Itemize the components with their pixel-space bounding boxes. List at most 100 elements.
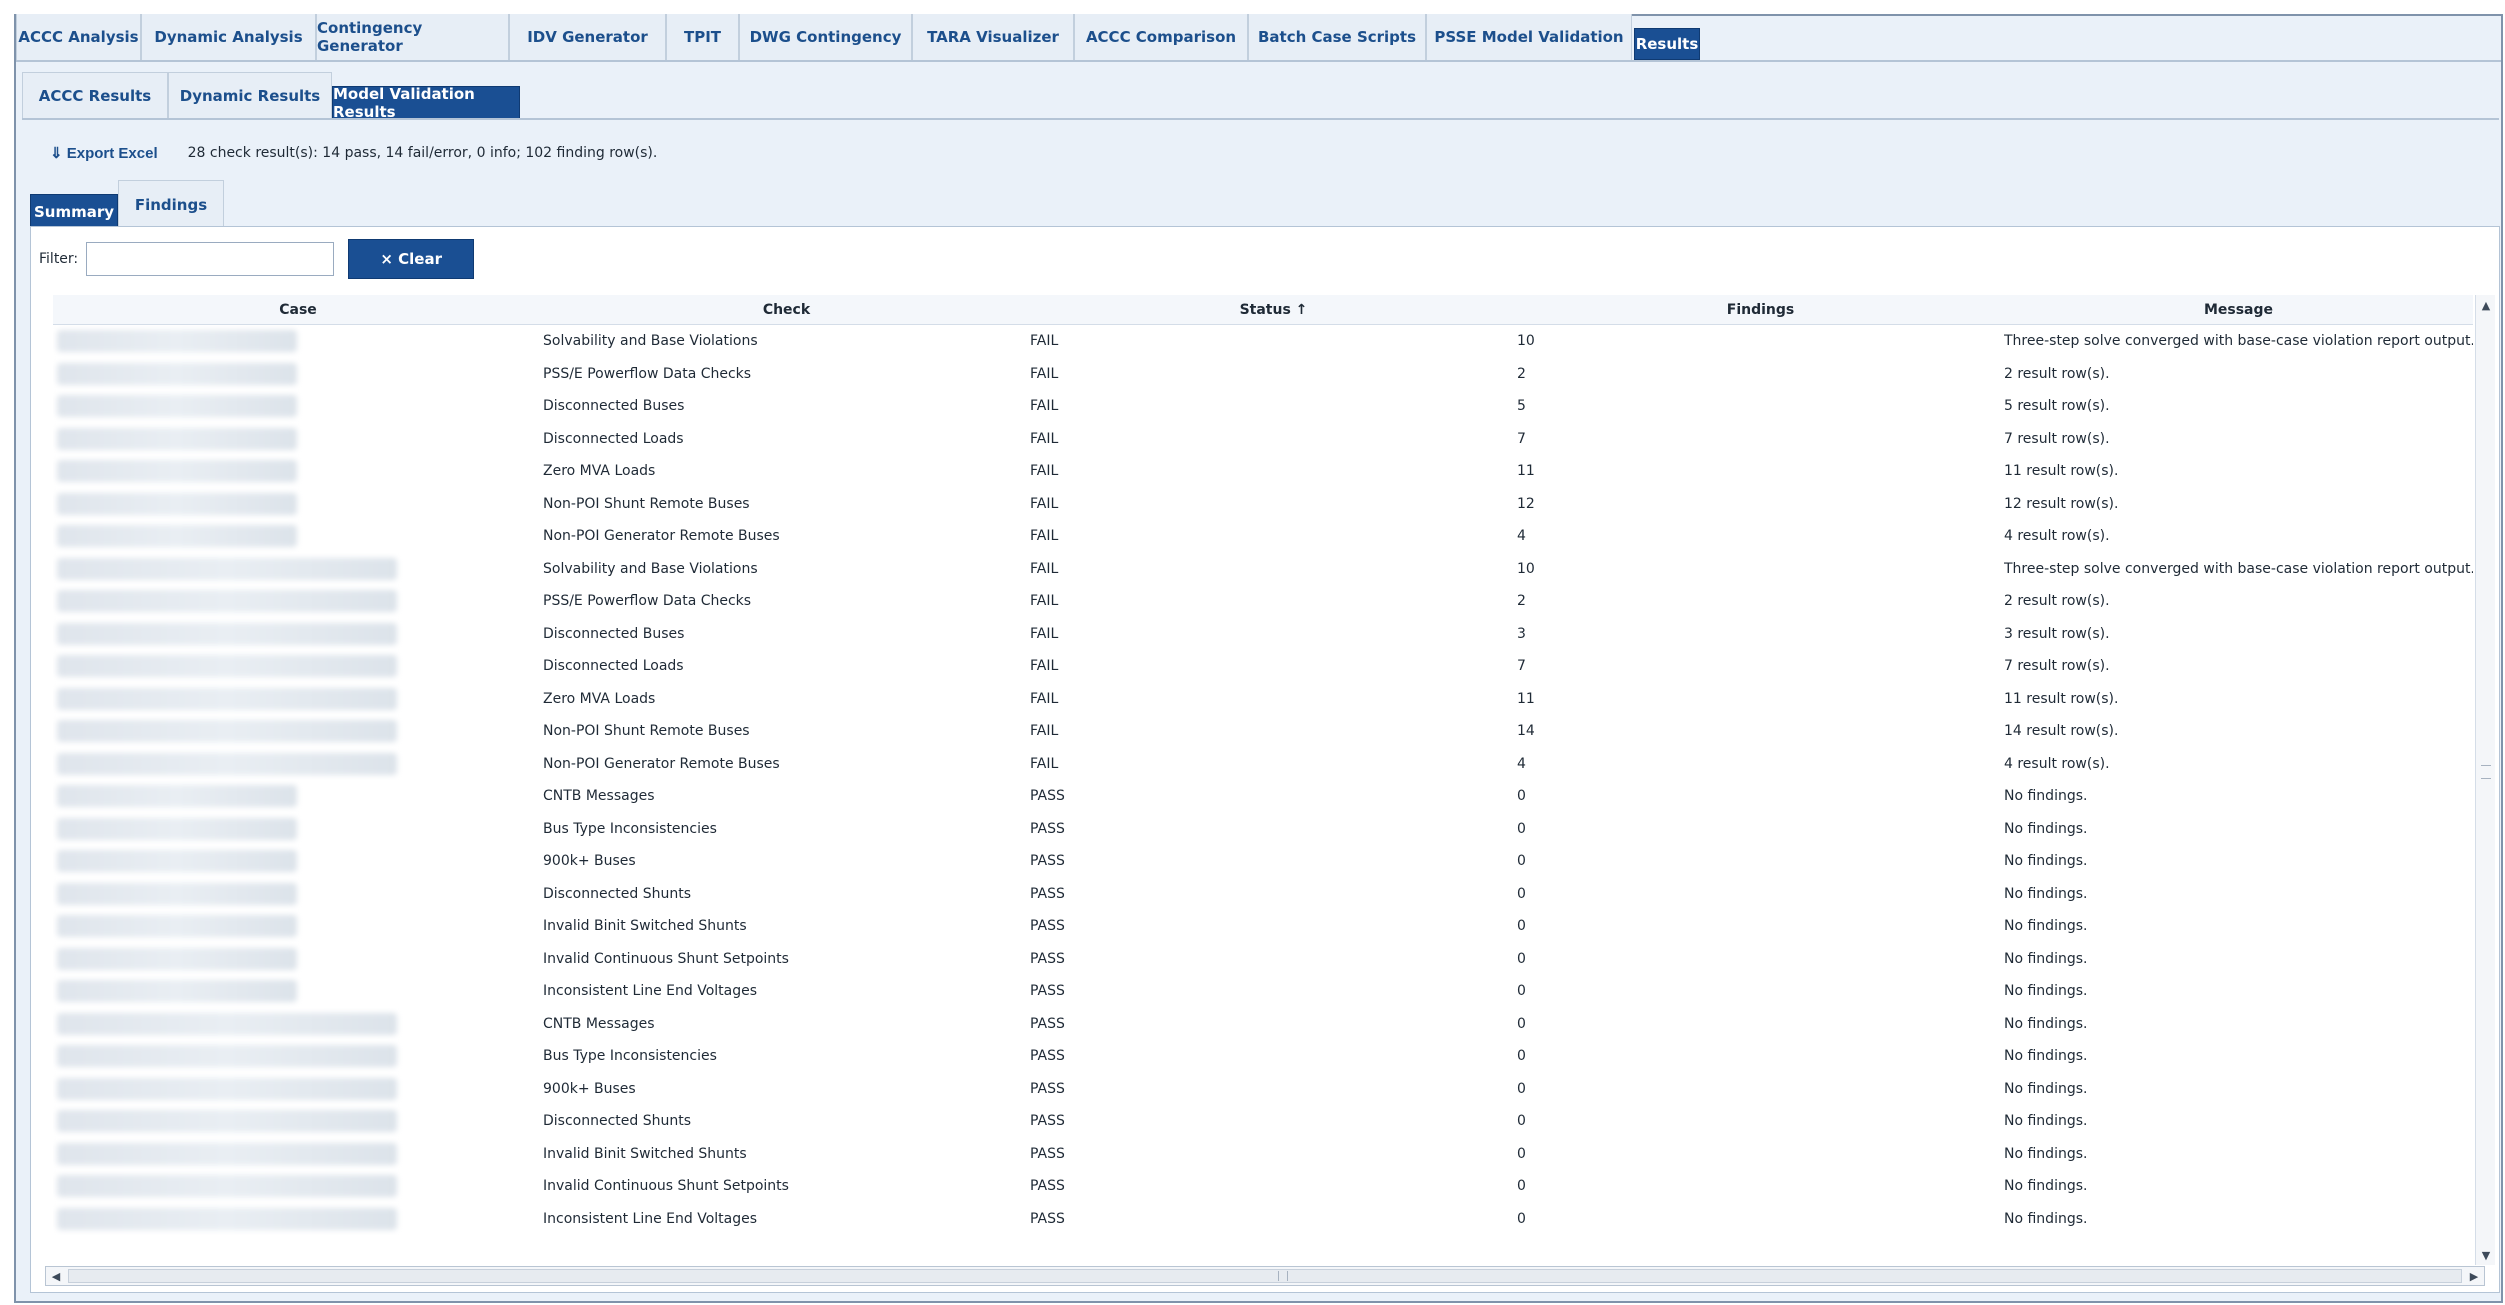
top-tab-tara-visualizer[interactable]: TARA Visualizer xyxy=(912,14,1074,60)
sub-tab-dynamic-results[interactable]: Dynamic Results xyxy=(168,72,332,118)
table-row[interactable]: PSS/E Powerflow Data Checks FAIL 2 2 result… xyxy=(53,585,2473,618)
table-row[interactable]: Zero MVA Loads FAIL 11 11 result row(s). xyxy=(53,455,2473,488)
table-row[interactable]: Non-POI Generator Remote Buses FAIL 4 4 res… xyxy=(53,520,2473,553)
message-cell: 4 result row(s). xyxy=(2004,528,2110,545)
message-cell: 7 result row(s). xyxy=(2004,658,2110,675)
message-cell: No findings. xyxy=(2004,1210,2088,1227)
top-tab-contingency-generator[interactable]: Contingency Generator xyxy=(316,14,509,60)
horizontal-scroll-grip-icon[interactable] xyxy=(1278,1271,1288,1281)
table-row[interactable]: Bus Type Inconsistencies PASS 0 No findings… xyxy=(53,1040,2473,1073)
table-row[interactable]: Disconnected Shunts PASS 0 No findings. xyxy=(53,878,2473,911)
scroll-right-icon[interactable]: ▶ xyxy=(2464,1267,2484,1285)
column-header-check[interactable]: Check xyxy=(543,295,1030,325)
table-row[interactable]: Solvability and Base Violations FAIL 10 Thr… xyxy=(53,553,2473,586)
sub-tab-model-validation-results[interactable]: Model Validation Results xyxy=(332,85,520,121)
table-row[interactable]: Invalid Binit Switched Shunts PASS 0 No fin… xyxy=(53,1138,2473,1171)
status-cell: FAIL xyxy=(1030,658,1059,675)
horizontal-scrollbar[interactable]: ◀ ▶ xyxy=(45,1266,2485,1286)
message-cell: No findings. xyxy=(2004,820,2088,837)
table-row[interactable]: CNTB Messages PASS 0 No findings. xyxy=(53,1008,2473,1041)
case-cell xyxy=(53,845,543,878)
scroll-left-icon[interactable]: ◀ xyxy=(46,1267,66,1285)
filter-input[interactable] xyxy=(86,242,335,276)
check-cell: 900k+ Buses xyxy=(543,1080,636,1097)
message-cell: No findings. xyxy=(2004,1113,2088,1130)
table-row[interactable]: Zero MVA Loads FAIL 11 11 result row(s). xyxy=(53,683,2473,716)
scroll-up-icon[interactable]: ▲ xyxy=(2476,295,2496,315)
check-cell: Non-POI Shunt Remote Buses xyxy=(543,723,750,740)
vertical-scrollbar[interactable]: ▲ ▼ xyxy=(2475,295,2495,1265)
table-row[interactable]: CNTB Messages PASS 0 No findings. xyxy=(53,780,2473,813)
table-row[interactable]: Disconnected Buses FAIL 5 5 result row(s). xyxy=(53,390,2473,423)
check-cell: Solvability and Base Violations xyxy=(543,333,758,350)
case-cell xyxy=(53,1040,543,1073)
case-cell xyxy=(53,813,543,846)
findings-cell: 0 xyxy=(1517,1178,1526,1195)
status-cell: FAIL xyxy=(1030,495,1059,512)
redacted-case-name xyxy=(57,947,297,970)
top-tab-batch-case-scripts[interactable]: Batch Case Scripts xyxy=(1248,14,1426,60)
redacted-case-name xyxy=(57,557,397,580)
findings-cell: 12 xyxy=(1517,495,1535,512)
case-cell xyxy=(53,618,543,651)
case-cell xyxy=(53,1073,543,1106)
table-row[interactable]: Non-POI Generator Remote Buses FAIL 4 4 res… xyxy=(53,748,2473,781)
check-cell: Disconnected Buses xyxy=(543,625,685,642)
column-header-message[interactable]: Message xyxy=(2004,295,2473,325)
top-tab-accc-analysis[interactable]: ACCC Analysis xyxy=(16,14,141,60)
sub-tab-accc-results[interactable]: ACCC Results xyxy=(22,72,168,118)
clear-filter-button[interactable]: × Clear xyxy=(348,239,475,279)
export-excel-button[interactable]: ⇓ Export Excel xyxy=(38,136,170,170)
column-header-case[interactable]: Case xyxy=(53,295,543,325)
table-row[interactable]: PSS/E Powerflow Data Checks FAIL 2 2 result… xyxy=(53,358,2473,391)
top-tab-dwg-contingency[interactable]: DWG Contingency xyxy=(739,14,912,60)
column-header-status[interactable]: Status ↑ xyxy=(1030,295,1517,325)
table-row[interactable]: 900k+ Buses PASS 0 No findings. xyxy=(53,1073,2473,1106)
redacted-case-name xyxy=(57,460,297,483)
top-tab-dynamic-analysis[interactable]: Dynamic Analysis xyxy=(141,14,316,60)
table-row[interactable]: Solvability and Base Violations FAIL 10 Thr… xyxy=(53,325,2473,358)
table-row[interactable]: Bus Type Inconsistencies PASS 0 No findings… xyxy=(53,813,2473,846)
column-header-findings[interactable]: Findings xyxy=(1517,295,2004,325)
table-row[interactable]: Inconsistent Line End Voltages PASS 0 No fi… xyxy=(53,975,2473,1008)
check-cell: Invalid Continuous Shunt Setpoints xyxy=(543,1178,789,1195)
inner-tab-summary[interactable]: Summary xyxy=(30,194,118,228)
status-cell: PASS xyxy=(1030,853,1065,870)
findings-cell: 0 xyxy=(1517,1048,1526,1065)
table-row[interactable]: Non-POI Shunt Remote Buses FAIL 14 14 resul… xyxy=(53,715,2473,748)
findings-cell: 2 xyxy=(1517,593,1526,610)
check-cell: Non-POI Shunt Remote Buses xyxy=(543,495,750,512)
status-cell: PASS xyxy=(1030,1178,1065,1195)
case-cell xyxy=(53,943,543,976)
status-cell: FAIL xyxy=(1030,625,1059,642)
findings-cell: 0 xyxy=(1517,1145,1526,1162)
table-row[interactable]: Disconnected Loads FAIL 7 7 result row(s). xyxy=(53,650,2473,683)
top-tab-tpit[interactable]: TPIT xyxy=(666,14,739,60)
case-cell xyxy=(53,488,543,521)
top-tab-idv-generator[interactable]: IDV Generator xyxy=(509,14,666,60)
top-tab-accc-comparison[interactable]: ACCC Comparison xyxy=(1074,14,1248,60)
status-cell: PASS xyxy=(1030,918,1065,935)
redacted-case-name xyxy=(57,1207,397,1230)
horizontal-scroll-thumb[interactable] xyxy=(68,1269,2462,1283)
table-row[interactable]: Invalid Continuous Shunt Setpoints PASS 0 N… xyxy=(53,943,2473,976)
redacted-case-name xyxy=(57,915,297,938)
grid-header: Case Check Status ↑ Findings Message xyxy=(53,295,2473,325)
redacted-case-name xyxy=(57,817,297,840)
inner-tab-findings[interactable]: Findings xyxy=(118,180,224,228)
table-row[interactable]: Disconnected Shunts PASS 0 No findings. xyxy=(53,1105,2473,1138)
table-row[interactable]: 900k+ Buses PASS 0 No findings. xyxy=(53,845,2473,878)
scroll-down-icon[interactable]: ▼ xyxy=(2476,1245,2496,1265)
case-cell xyxy=(53,553,543,586)
status-cell: FAIL xyxy=(1030,560,1059,577)
top-tab-results[interactable]: Results xyxy=(1634,28,1700,60)
table-row[interactable]: Invalid Continuous Shunt Setpoints PASS 0 N… xyxy=(53,1170,2473,1203)
message-cell: No findings. xyxy=(2004,918,2088,935)
scroll-grip-icon[interactable] xyxy=(2481,765,2491,779)
table-row[interactable]: Invalid Binit Switched Shunts PASS 0 No fin… xyxy=(53,910,2473,943)
table-row[interactable]: Disconnected Loads FAIL 7 7 result row(s). xyxy=(53,423,2473,456)
table-row[interactable]: Inconsistent Line End Voltages PASS 0 No fi… xyxy=(53,1203,2473,1236)
table-row[interactable]: Disconnected Buses FAIL 3 3 result row(s). xyxy=(53,618,2473,651)
top-tab-psse-model-validation[interactable]: PSSE Model Validation xyxy=(1426,14,1632,60)
table-row[interactable]: Non-POI Shunt Remote Buses FAIL 12 12 resul… xyxy=(53,488,2473,521)
